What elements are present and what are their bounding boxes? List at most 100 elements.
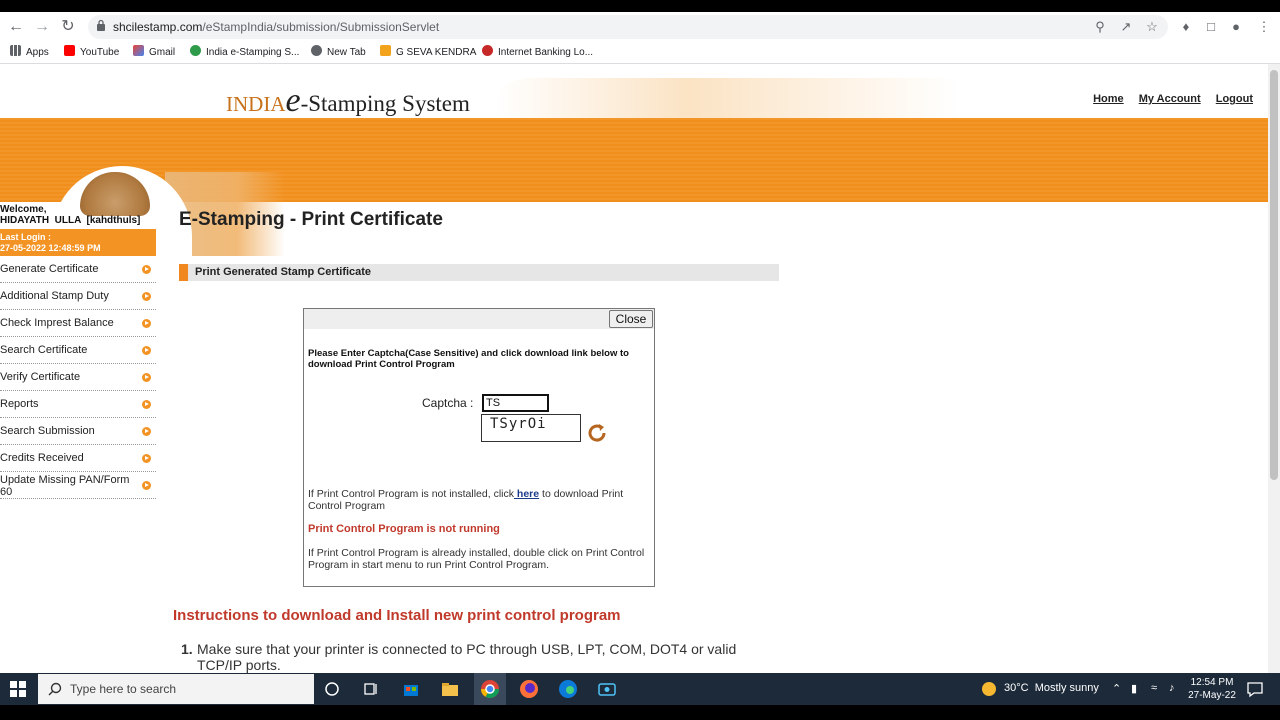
volume-icon[interactable]: ♪: [1169, 682, 1175, 694]
menu-icon[interactable]: ⋮: [1255, 18, 1273, 36]
refresh-captcha-icon[interactable]: [586, 422, 608, 444]
captcha-dialog: Close Please Enter Captcha(Case Sensitiv…: [303, 308, 655, 587]
sidebar-item-label: Credits Received: [0, 452, 84, 464]
sidebar-item-generate-certificate[interactable]: Generate Certificate: [0, 256, 156, 283]
estamping-icon: [190, 45, 201, 56]
extensions-icon[interactable]: ♦: [1177, 18, 1195, 36]
url-text: shcilestamp.com/eStampIndia/submission/S…: [113, 20, 439, 34]
back-icon[interactable]: ←: [6, 17, 26, 37]
forward-icon[interactable]: →: [32, 17, 52, 37]
sidebar-item-label: Update Missing PAN/Form 60: [0, 474, 130, 498]
sidebar-item-search-certificate[interactable]: Search Certificate: [0, 337, 156, 364]
sidebar-item-verify-certificate[interactable]: Verify Certificate: [0, 364, 156, 391]
address-bar[interactable]: shcilestamp.com/eStampIndia/submission/S…: [88, 15, 1168, 39]
instruction-text: Make sure that your printer is connected…: [197, 641, 737, 673]
scrollbar-thumb[interactable]: [1270, 70, 1278, 480]
reload-icon[interactable]: ↻: [58, 17, 78, 37]
welcome-label: Welcome,: [0, 204, 47, 215]
weather-text[interactable]: 30°C Mostly sunny: [1004, 682, 1099, 694]
sidebar-item-label: Generate Certificate: [0, 263, 99, 275]
captcha-input[interactable]: TS: [482, 394, 549, 412]
logout-link[interactable]: Logout: [1216, 93, 1253, 105]
arrow-right-icon: [142, 427, 151, 436]
page-scrollbar[interactable]: [1268, 64, 1280, 674]
task-view-icon[interactable]: [361, 679, 381, 699]
download-here-link[interactable]: here: [514, 488, 539, 500]
sidebar-item-label: Verify Certificate: [0, 371, 81, 383]
instructions-title: Instructions to download and Install new…: [173, 607, 621, 624]
my-account-link[interactable]: My Account: [1139, 93, 1201, 105]
site-logo: INDIAe-Stamping System: [226, 82, 470, 120]
sidebar-item-additional-stamp-duty[interactable]: Additional Stamp Duty: [0, 283, 156, 310]
sidebar-item-label: Search Submission: [0, 425, 95, 437]
app-icon[interactable]: [597, 679, 617, 699]
bookmark-apps[interactable]: Apps: [10, 45, 49, 61]
arrow-right-icon: [142, 481, 151, 490]
clock-date: 27-May-22: [1188, 690, 1236, 701]
file-explorer-icon[interactable]: [440, 679, 460, 699]
bookmark-label: New Tab: [327, 47, 366, 58]
bookmark-newtab[interactable]: New Tab: [311, 45, 366, 61]
sidebar-item-label: Reports: [0, 398, 39, 410]
gseva-icon: [380, 45, 391, 56]
bookmark-label: India e-Stamping S...: [206, 47, 300, 58]
taskbar-search[interactable]: Type here to search: [38, 674, 314, 704]
wifi-icon[interactable]: ≈: [1151, 682, 1157, 694]
browser-toolbar: ← → ↻ shcilestamp.com/eStampIndia/submis…: [0, 12, 1280, 42]
sidebar-item-label: Search Certificate: [0, 344, 88, 356]
arrow-right-icon: [142, 265, 151, 274]
clock[interactable]: 12:54 PM 27-May-22: [1186, 676, 1238, 702]
gmail-icon: [133, 45, 144, 56]
chrome-icon[interactable]: [480, 679, 500, 699]
weather-sun-icon[interactable]: [980, 680, 998, 698]
sidebar-item-search-submission[interactable]: Search Submission: [0, 418, 156, 445]
arrow-right-icon: [142, 400, 151, 409]
arrow-right-icon: [142, 292, 151, 301]
windows-start-icon[interactable]: [10, 681, 26, 697]
sidebar-item-credits-received[interactable]: Credits Received: [0, 445, 156, 472]
firefox-icon[interactable]: [519, 679, 539, 699]
bookmark-label: Gmail: [149, 47, 176, 58]
close-button[interactable]: Close: [609, 310, 653, 328]
sidebar-item-update-missing-pan[interactable]: Update Missing PAN/Form 60: [0, 472, 156, 499]
last-login: Last Login : 27-05-2022 12:48:59 PM: [0, 229, 156, 256]
edge-icon[interactable]: [558, 679, 578, 699]
lock-icon: [97, 19, 105, 31]
battery-icon[interactable]: ▮: [1131, 682, 1137, 695]
logo-e: e: [285, 82, 301, 119]
arrow-right-icon: [142, 319, 151, 328]
screen-border: [0, 705, 1280, 720]
cortana-icon[interactable]: [322, 679, 342, 699]
notifications-icon[interactable]: [1245, 679, 1265, 699]
bookmark-youtube[interactable]: YouTube: [64, 45, 119, 61]
chevron-up-icon[interactable]: ⌃: [1112, 682, 1121, 695]
sidebar-item-label: Additional Stamp Duty: [0, 290, 109, 302]
screen: ← → ↻ shcilestamp.com/eStampIndia/submis…: [0, 0, 1280, 720]
bookmark-estamping[interactable]: India e-Stamping S...: [190, 45, 299, 61]
sidebar-item-reports[interactable]: Reports: [0, 391, 156, 418]
last-login-value: 27-05-2022 12:48:59 PM: [0, 243, 101, 253]
profile-icon[interactable]: ●: [1227, 18, 1245, 36]
home-link[interactable]: Home: [1093, 93, 1124, 105]
youtube-icon: [64, 45, 75, 56]
store-icon[interactable]: [401, 679, 421, 699]
side-panel-icon[interactable]: □: [1202, 18, 1220, 36]
globe-icon: [311, 45, 322, 56]
section-marker: [179, 264, 188, 281]
dialog-titlebar: Close: [304, 309, 654, 329]
download-text: If Print Control Program is not installe…: [308, 488, 514, 500]
bookmark-label: YouTube: [80, 47, 120, 58]
bookmark-banking[interactable]: Internet Banking Lo...: [482, 45, 593, 61]
bookmark-star-icon[interactable]: ☆: [1143, 18, 1161, 36]
status-warning: Print Control Program is not running: [308, 523, 500, 535]
page-title: E-Stamping - Print Certificate: [179, 209, 443, 230]
zoom-icon[interactable]: ⚲: [1091, 18, 1109, 36]
bookmark-gmail[interactable]: Gmail: [133, 45, 175, 61]
bookmark-gseva[interactable]: G SEVA KENDRA: [380, 45, 476, 61]
sidebar-item-check-imprest-balance[interactable]: Check Imprest Balance: [0, 310, 156, 337]
section-header: Print Generated Stamp Certificate: [179, 264, 779, 281]
last-login-label: Last Login :: [0, 232, 51, 242]
search-icon: [48, 682, 62, 696]
share-icon[interactable]: ↗: [1117, 18, 1135, 36]
web-page: INDIAe-Stamping System Home My Account L…: [0, 64, 1268, 674]
